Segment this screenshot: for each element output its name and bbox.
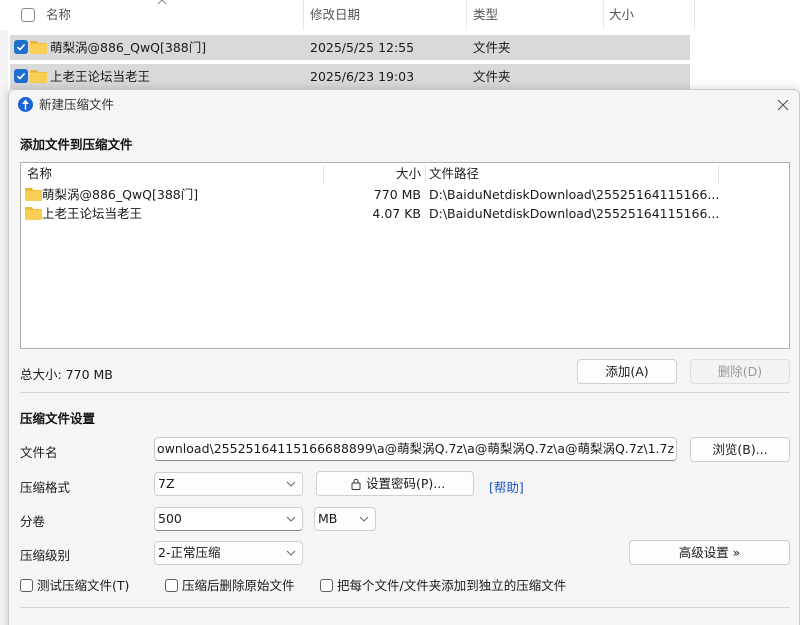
browse-button[interactable]: 浏览(B)... [690, 437, 790, 462]
explorer-window: 名称 修改日期 类型 大小 萌梨涡@886_QwQ[388门] 2025/5/2… [0, 0, 800, 100]
dialog-title-bar[interactable]: 新建压缩文件 [9, 90, 799, 119]
file-path: D:\BaiduNetdiskDownload\25525164115166..… [429, 187, 719, 202]
file-list-row[interactable]: 上老王论坛当老王 4.07 KB D:\BaiduNetdiskDownload… [21, 204, 789, 223]
lock-icon [351, 478, 361, 490]
set-password-button[interactable]: 设置密码(P)... [316, 471, 474, 496]
chevron-down-icon [286, 481, 296, 487]
folder-icon [25, 188, 42, 201]
section-divider [20, 392, 790, 393]
delete-after-checkbox[interactable] [165, 579, 178, 592]
advanced-settings-button[interactable]: 高级设置 » [629, 540, 790, 565]
compression-level-select[interactable]: 2-正常压缩 [154, 541, 303, 565]
column-modified[interactable]: 修改日期 [310, 0, 360, 30]
level-label: 压缩级别 [20, 548, 71, 563]
row-name: 上老王论坛当老王 [50, 69, 151, 84]
chevron-down-icon [286, 516, 296, 522]
folder-icon [30, 41, 47, 54]
row-name: 萌梨涡@886_QwQ[388门] [50, 40, 207, 55]
split-unit-select[interactable]: MB [314, 507, 376, 531]
chevron-down-icon [359, 516, 369, 522]
column-separator [603, 0, 604, 30]
separate-archives-label: 把每个文件/文件夹添加到独立的压缩文件 [337, 578, 567, 593]
total-size: 总大小: 770 MB [20, 367, 113, 382]
bottom-divider [20, 607, 790, 608]
select-all-checkbox[interactable] [21, 8, 35, 22]
column-size[interactable]: 大小 [609, 0, 634, 30]
test-archive-label: 测试压缩文件(T) [37, 578, 130, 593]
format-select[interactable]: 7Z [154, 472, 303, 496]
format-label: 压缩格式 [20, 480, 71, 495]
folder-icon [30, 70, 47, 83]
file-list-row[interactable]: 萌梨涡@886_QwQ[388门] 770 MB D:\BaiduNetdisk… [21, 185, 789, 204]
set-password-label: 设置密码(P)... [366, 476, 446, 491]
split-size-value: 500 [158, 511, 182, 526]
sort-up-icon [157, 0, 167, 5]
compression-level-value: 2-正常压缩 [158, 545, 221, 560]
delete-button[interactable]: 删除(D) [690, 359, 790, 384]
column-name[interactable]: 名称 [46, 0, 71, 30]
explorer-row[interactable]: 萌梨涡@886_QwQ[388门] 2025/5/25 12:55 文件夹 [10, 35, 690, 60]
file-list[interactable]: 名称 大小 文件路径 萌梨涡@886_QwQ[388门] 770 MB D:\B… [20, 162, 790, 349]
app-icon [18, 97, 33, 112]
column-separator [694, 0, 695, 30]
file-size: 4.07 KB [372, 206, 421, 221]
help-link[interactable]: [帮助] [489, 477, 524, 496]
dialog-title: 新建压缩文件 [39, 97, 115, 112]
archive-settings-section-title: 压缩文件设置 [20, 411, 96, 426]
file-list-column-size[interactable]: 大小 [321, 163, 421, 185]
column-separator [718, 165, 719, 183]
add-button[interactable]: 添加(A) [577, 359, 677, 384]
close-icon[interactable] [773, 95, 793, 115]
chevron-down-icon [286, 550, 296, 556]
file-list-column-path[interactable]: 文件路径 [429, 163, 479, 185]
file-name: 上老王论坛当老王 [42, 206, 143, 221]
file-name: 萌梨涡@886_QwQ[388门] [42, 187, 199, 202]
new-archive-dialog: 新建压缩文件 添加文件到压缩文件 名称 大小 文件路径 萌梨涡@886_QwQ[… [8, 89, 800, 625]
checkbox-checked-icon[interactable] [14, 69, 28, 83]
test-archive-checkbox[interactable] [20, 579, 33, 592]
row-type: 文件夹 [473, 40, 511, 55]
filename-label: 文件名 [20, 445, 58, 460]
split-label: 分卷 [20, 514, 46, 529]
format-value: 7Z [158, 476, 175, 491]
column-separator [303, 0, 304, 30]
file-list-column-name[interactable]: 名称 [27, 163, 52, 185]
add-files-section-title: 添加文件到压缩文件 [20, 137, 133, 152]
column-separator [466, 0, 467, 30]
explorer-row[interactable]: 上老王论坛当老王 2025/6/23 19:03 文件夹 [10, 64, 690, 89]
row-date: 2025/6/23 19:03 [310, 69, 415, 84]
column-separator [425, 165, 426, 183]
file-size: 770 MB [373, 187, 421, 202]
folder-icon [25, 207, 42, 220]
delete-after-label: 压缩后删除原始文件 [182, 578, 295, 593]
split-size-input[interactable]: 500 [154, 507, 303, 531]
separate-archives-checkbox[interactable] [320, 579, 333, 592]
row-type: 文件夹 [473, 69, 511, 84]
file-path: D:\BaiduNetdiskDownload\25525164115166..… [429, 206, 719, 221]
explorer-column-header: 名称 修改日期 类型 大小 [0, 0, 800, 30]
filename-input[interactable]: ownload\25525164115166688899\a@萌梨涡Q.7z\a… [154, 437, 677, 461]
explorer-nav-edge [0, 30, 8, 625]
checkbox-checked-icon[interactable] [14, 40, 28, 54]
row-date: 2025/5/25 12:55 [310, 40, 415, 55]
split-unit-value: MB [318, 511, 338, 526]
column-type[interactable]: 类型 [473, 0, 498, 30]
